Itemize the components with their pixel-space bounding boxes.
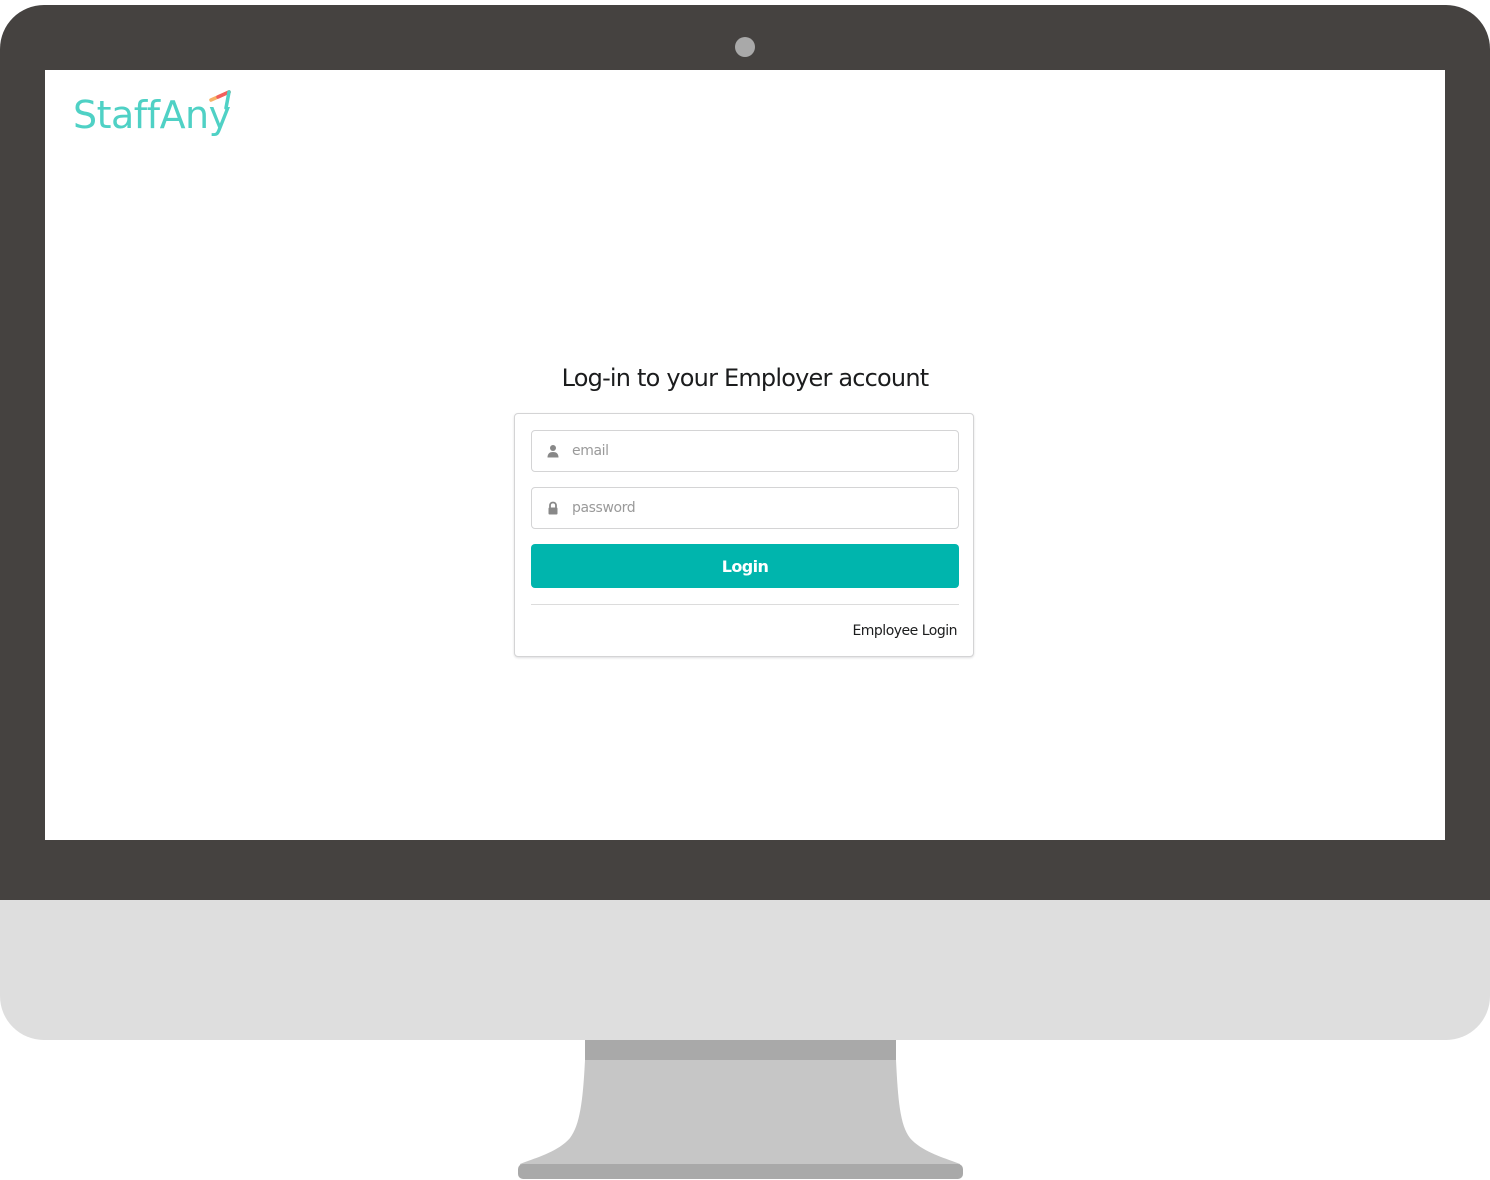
employee-login-link[interactable]: Employee Login (852, 623, 957, 639)
password-input[interactable] (572, 488, 952, 528)
monitor-mockup: StaffAny Log-in to your Employer account (0, 0, 1490, 1180)
lock-icon (548, 501, 558, 515)
monitor-screen: StaffAny Log-in to your Employer account (45, 70, 1445, 840)
user-icon (547, 445, 559, 458)
page-title: Log-in to your Employer account (561, 364, 930, 392)
password-field[interactable] (531, 487, 959, 529)
camera-dot (735, 37, 755, 57)
login-button[interactable]: Login (531, 544, 959, 588)
staffany-logo[interactable]: StaffAny (73, 88, 243, 148)
logo-arrow-icon (209, 90, 231, 110)
monitor-stand (518, 1040, 963, 1179)
email-field[interactable] (531, 430, 959, 472)
login-form: Login Employee Login (514, 413, 974, 657)
email-input[interactable] (572, 431, 952, 471)
monitor-chin (0, 900, 1490, 1040)
divider (531, 604, 959, 605)
